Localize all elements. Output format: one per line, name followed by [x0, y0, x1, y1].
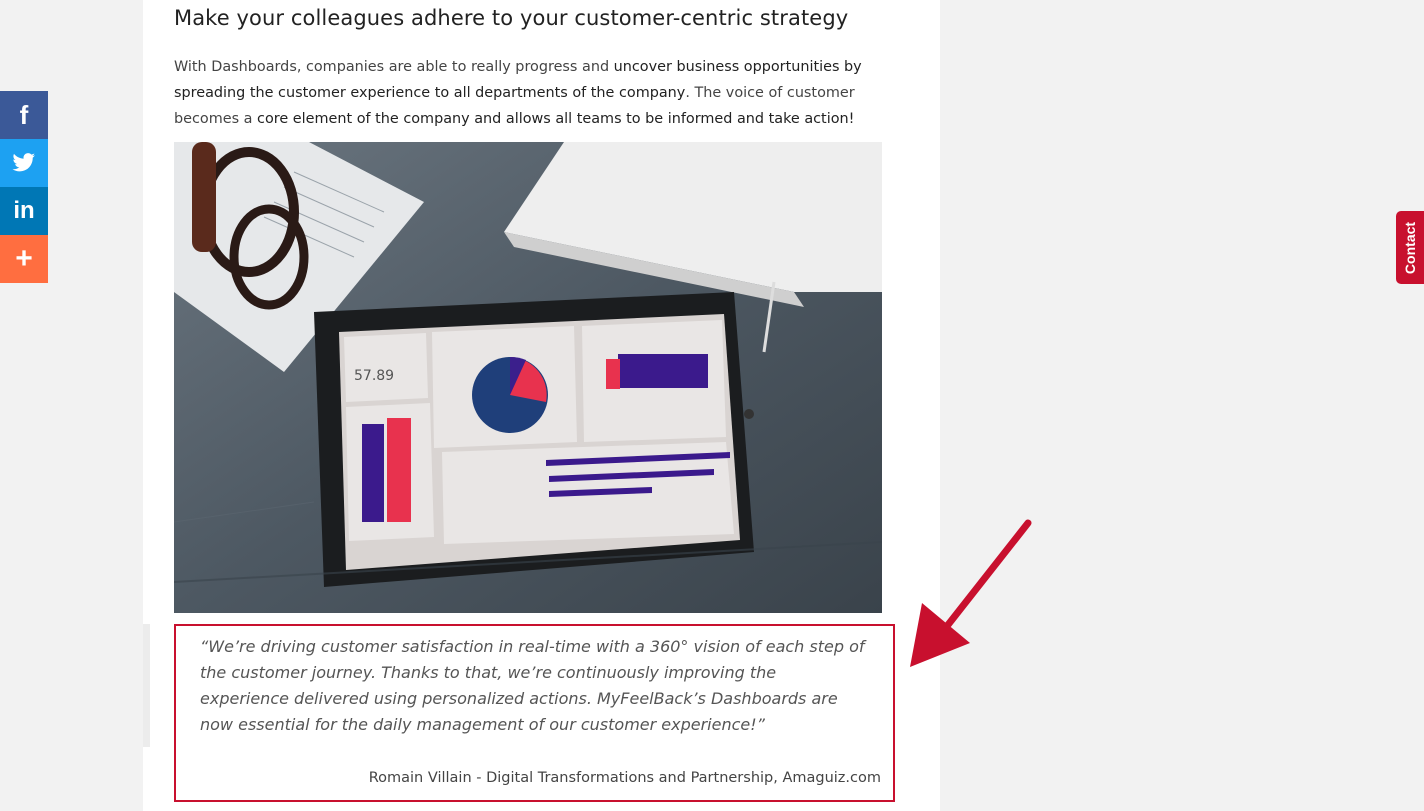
intro-bold-2: core element of the company and allows a…: [257, 111, 855, 127]
testimonial-quote-text: “We’re driving customer satisfaction in …: [200, 637, 865, 734]
linkedin-share-button[interactable]: in: [0, 187, 48, 235]
contact-tab-label: Contact: [1402, 221, 1418, 274]
nps-value: 57.89: [354, 368, 394, 384]
plus-icon: +: [15, 242, 33, 275]
intro-text-1: With Dashboards, companies are able to r…: [174, 59, 614, 75]
facebook-icon: f: [19, 99, 29, 130]
facebook-share-button[interactable]: f: [0, 91, 48, 139]
red-arrow-icon: [910, 519, 1032, 667]
testimonial-author: Romain Villain - Digital Transformations…: [368, 770, 881, 786]
more-share-button[interactable]: +: [0, 235, 48, 283]
testimonial-quote-box: “We’re driving customer satisfaction in …: [174, 624, 895, 802]
twitter-icon: [12, 153, 35, 172]
social-share-bar: f in +: [0, 91, 48, 283]
article-intro: With Dashboards, companies are able to r…: [174, 54, 874, 132]
article-heading: Make your colleagues adhere to your cust…: [174, 6, 849, 30]
contact-tab[interactable]: Contact: [1396, 211, 1424, 284]
linkedin-icon: in: [13, 197, 35, 224]
quote-side-bar: [143, 624, 150, 747]
twitter-share-button[interactable]: [0, 139, 48, 187]
dashboard-tablet-photo: 57.89: [174, 142, 882, 613]
